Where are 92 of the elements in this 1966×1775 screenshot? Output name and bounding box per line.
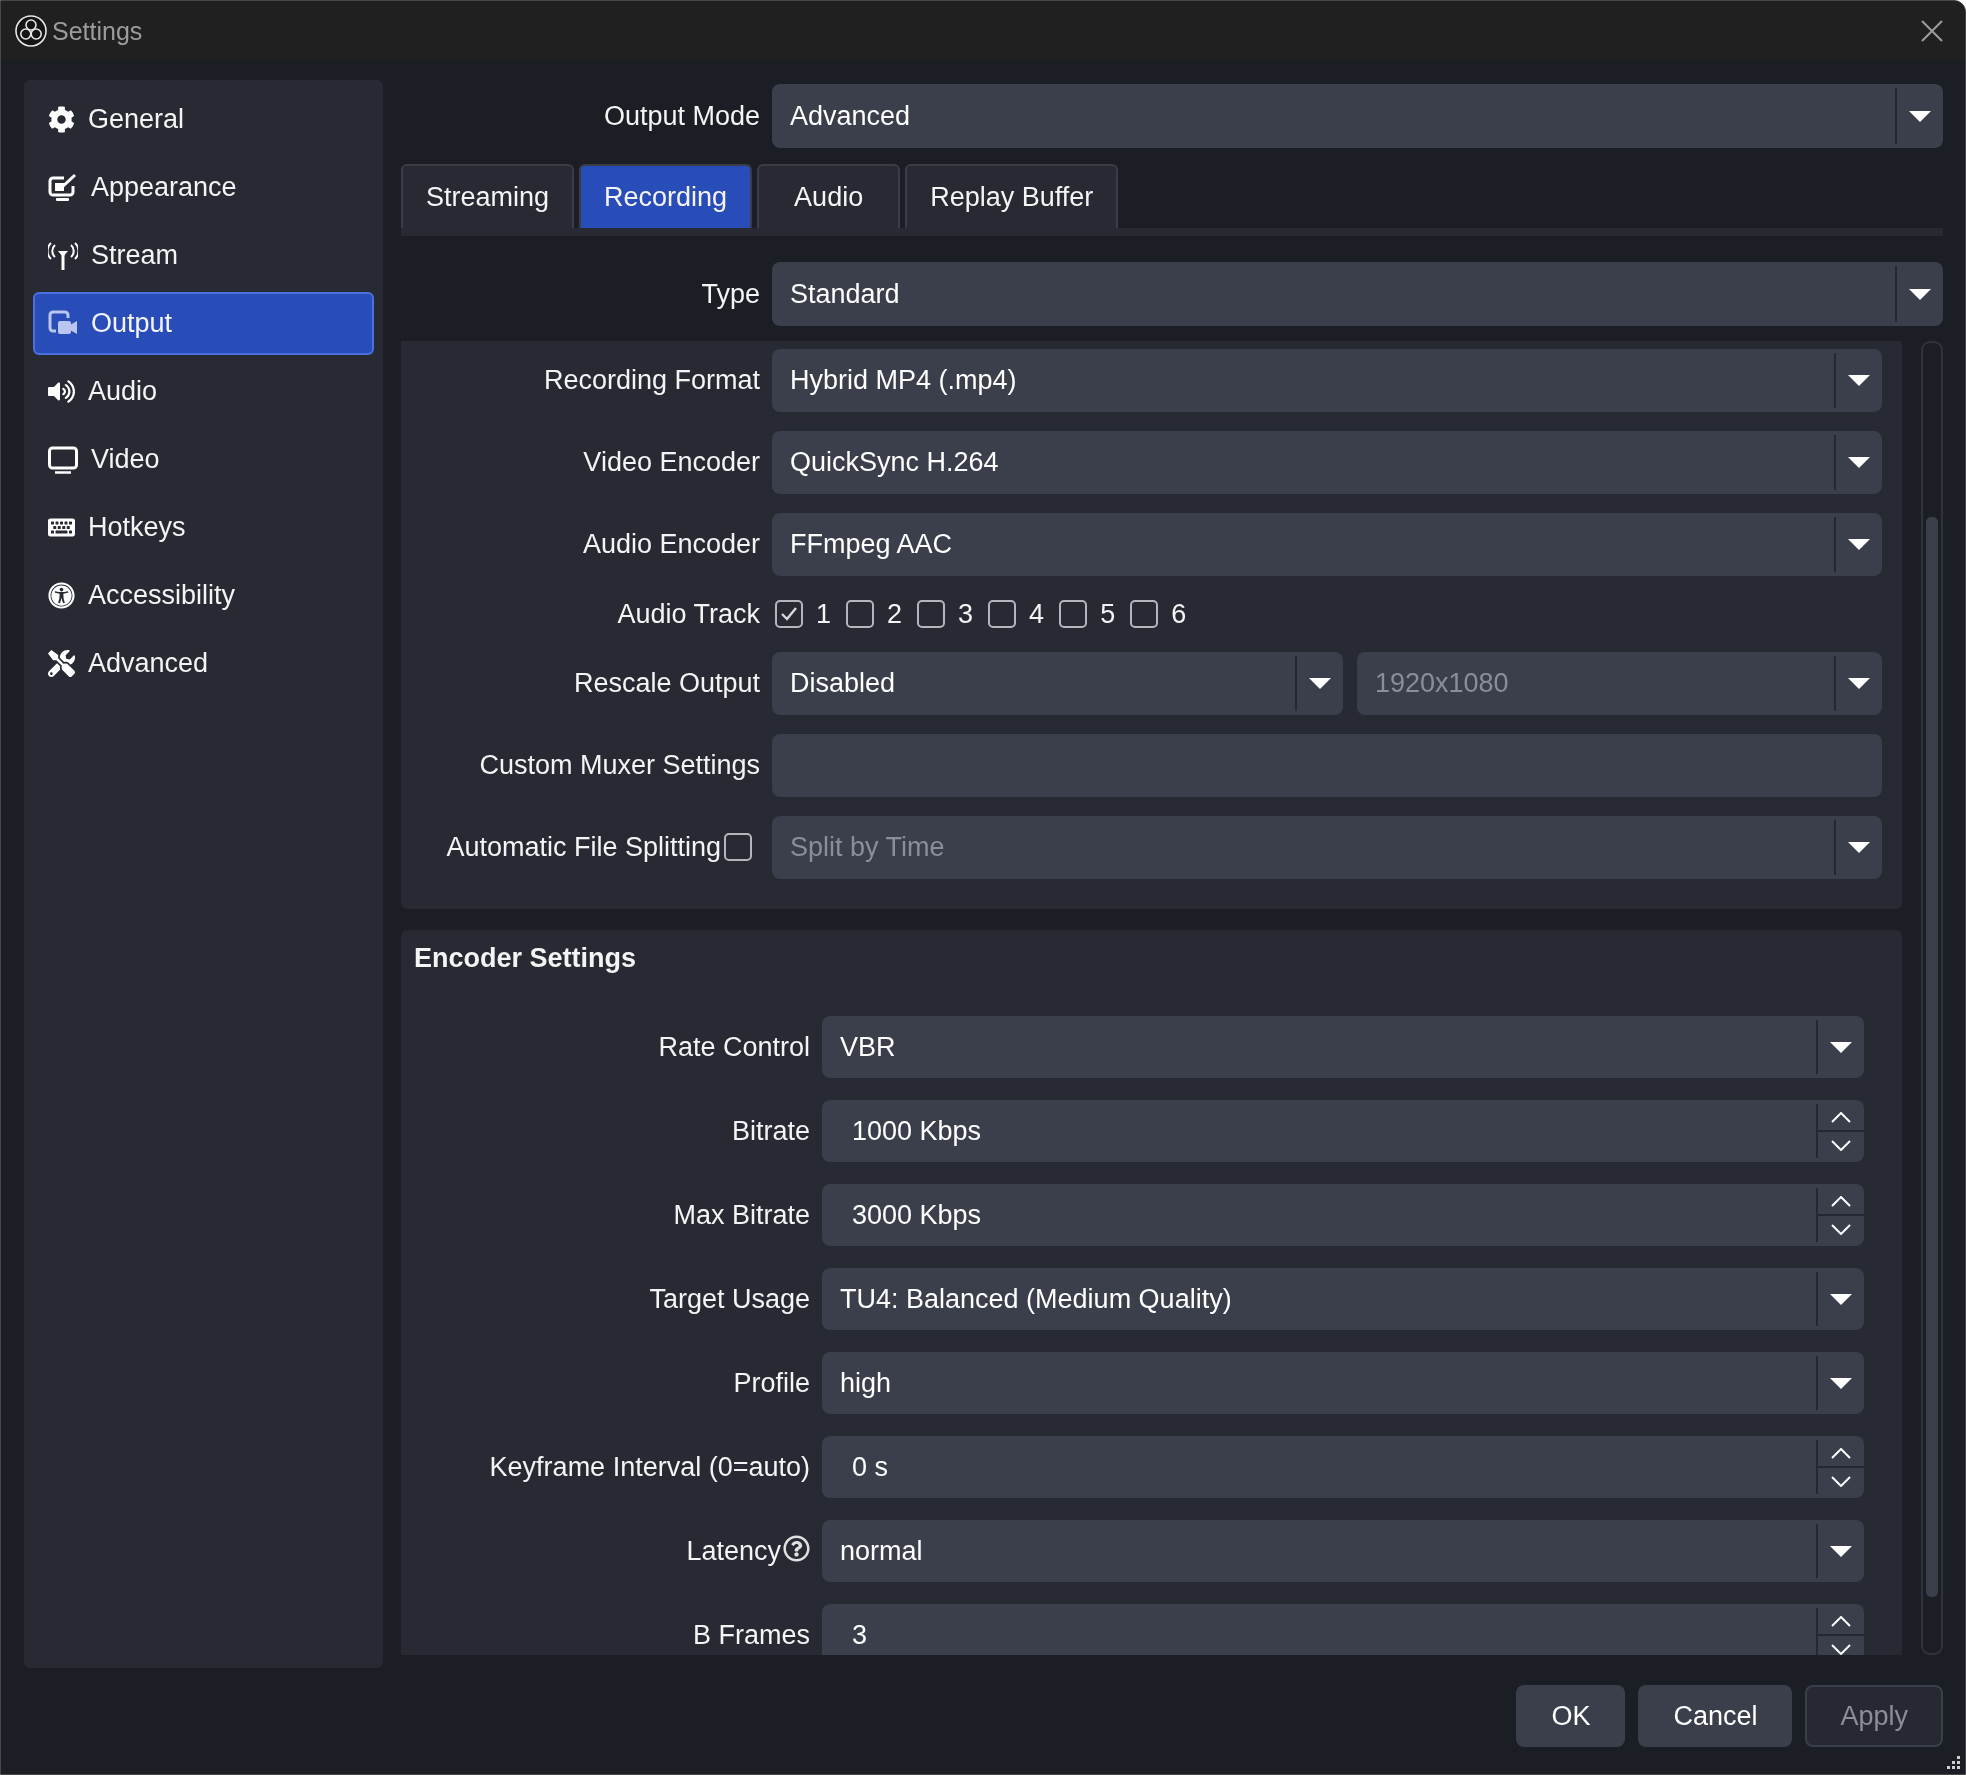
dropdown[interactable]: Standard bbox=[772, 262, 1943, 326]
field-label: Max Bitrate bbox=[673, 1199, 810, 1232]
caret-down-icon[interactable] bbox=[1848, 457, 1870, 468]
chevron-up-icon[interactable] bbox=[1831, 1615, 1851, 1627]
dropdown[interactable]: FFmpeg AAC bbox=[772, 513, 1882, 576]
checkbox-label: 2 bbox=[887, 597, 903, 631]
gear-icon bbox=[48, 106, 75, 133]
caret-down-icon[interactable] bbox=[1830, 1293, 1852, 1305]
checkbox[interactable] bbox=[1059, 600, 1088, 628]
sidebar-item[interactable]: Hotkeys bbox=[33, 496, 374, 559]
caret-down-icon[interactable] bbox=[1909, 288, 1931, 300]
dialog-button[interactable]: OK bbox=[1516, 1685, 1626, 1747]
tab[interactable]: Audio bbox=[757, 164, 901, 228]
sidebar-item[interactable]: Video bbox=[33, 428, 374, 491]
field-label: Output Mode bbox=[603, 99, 760, 133]
field-label: B Frames bbox=[692, 1619, 810, 1652]
field-label: Audio Encoder bbox=[582, 528, 760, 561]
chevron-down-icon[interactable] bbox=[1831, 1643, 1851, 1655]
field-label: Profile bbox=[733, 1367, 810, 1400]
section-title: Encoder Settings bbox=[414, 943, 637, 973]
checkbox-label: 6 bbox=[1171, 597, 1187, 631]
dropdown[interactable]: VBR bbox=[822, 1016, 1864, 1079]
field-label: Type bbox=[701, 277, 760, 311]
number-field[interactable]: 1000 Kbps bbox=[822, 1100, 1864, 1163]
tab[interactable]: Streaming bbox=[401, 164, 575, 228]
number-field[interactable]: 3000 Kbps bbox=[822, 1184, 1864, 1247]
caret-down-icon[interactable] bbox=[1830, 1041, 1852, 1053]
caret-down-icon[interactable] bbox=[1309, 678, 1331, 689]
tab[interactable]: Recording bbox=[579, 164, 753, 228]
checkbox[interactable] bbox=[1130, 600, 1159, 628]
chevron-up-icon[interactable] bbox=[1831, 1447, 1851, 1459]
checkbox[interactable] bbox=[846, 600, 875, 628]
dropdown[interactable]: normal bbox=[822, 1520, 1864, 1583]
dropdown[interactable]: high bbox=[822, 1352, 1864, 1415]
checkbox-label: 3 bbox=[958, 597, 974, 631]
caret-down-icon[interactable] bbox=[1848, 539, 1870, 550]
antenna-icon bbox=[48, 240, 78, 271]
chevron-down-icon[interactable] bbox=[1831, 1475, 1851, 1487]
sidebar-item[interactable]: Stream bbox=[33, 224, 374, 287]
scrollbar[interactable] bbox=[1921, 341, 1943, 1655]
dropdown[interactable]: QuickSync H.264 bbox=[772, 431, 1882, 494]
chevron-down-icon[interactable] bbox=[1831, 1223, 1851, 1235]
sidebar-item[interactable]: Advanced bbox=[33, 632, 374, 695]
tab[interactable]: Replay Buffer bbox=[905, 164, 1119, 228]
field-label: Keyframe Interval (0=auto) bbox=[489, 1451, 810, 1484]
speaker-icon bbox=[48, 378, 75, 405]
help-icon[interactable] bbox=[783, 1534, 810, 1562]
sidebar-item[interactable]: Accessibility bbox=[33, 564, 374, 627]
field-label: Video Encoder bbox=[583, 446, 760, 479]
sidebar-item[interactable]: Output bbox=[33, 292, 374, 355]
tools-icon bbox=[48, 650, 75, 677]
caret-down-icon[interactable] bbox=[1830, 1377, 1852, 1389]
dropdown[interactable]: Disabled bbox=[772, 652, 1343, 715]
chevron-down-icon[interactable] bbox=[1831, 1139, 1851, 1151]
checkbox[interactable] bbox=[917, 600, 946, 628]
checkbox-label: 5 bbox=[1100, 597, 1116, 631]
dialog-button[interactable]: Cancel bbox=[1638, 1685, 1793, 1747]
scrollbar-thumb[interactable] bbox=[1926, 517, 1938, 1597]
checkbox-label: 1 bbox=[816, 597, 832, 631]
text-field[interactable] bbox=[772, 734, 1882, 797]
monitor-icon bbox=[48, 444, 78, 475]
monitor-brush-icon bbox=[48, 172, 78, 203]
field-label: Latency bbox=[686, 1535, 781, 1568]
caret-down-icon[interactable] bbox=[1848, 375, 1870, 386]
close-icon[interactable] bbox=[1921, 19, 1943, 42]
field-label: Recording Format bbox=[543, 364, 760, 397]
field-label: Rate Control bbox=[658, 1031, 810, 1064]
field-label: Audio Track bbox=[617, 597, 760, 631]
sidebar-item[interactable]: Appearance bbox=[33, 156, 374, 219]
field-label: Target Usage bbox=[649, 1283, 810, 1316]
field-label: Bitrate bbox=[731, 1115, 810, 1148]
app-logo-icon bbox=[15, 14, 47, 47]
checkbox[interactable] bbox=[988, 600, 1017, 628]
field-label: Custom Muxer Settings bbox=[479, 749, 760, 782]
dropdown[interactable]: Advanced bbox=[772, 84, 1943, 148]
number-field[interactable]: 0 s bbox=[822, 1436, 1864, 1499]
sidebar-item[interactable]: Audio bbox=[33, 360, 374, 423]
accessibility-icon bbox=[48, 582, 75, 609]
chevron-up-icon[interactable] bbox=[1831, 1195, 1851, 1207]
caret-down-icon[interactable] bbox=[1909, 110, 1931, 122]
dropdown[interactable]: Hybrid MP4 (.mp4) bbox=[772, 349, 1882, 412]
dropdown[interactable]: TU4: Balanced (Medium Quality) bbox=[822, 1268, 1864, 1331]
caret-down-icon[interactable] bbox=[1830, 1545, 1852, 1557]
field-label: Rescale Output bbox=[573, 667, 760, 700]
number-field[interactable]: 3 bbox=[822, 1604, 1864, 1655]
sidebar-item[interactable]: General bbox=[33, 88, 374, 151]
checkbox-label: 4 bbox=[1029, 597, 1045, 631]
window-title: Settings bbox=[52, 15, 143, 46]
field-label: Automatic File Splitting bbox=[446, 831, 721, 864]
checkbox[interactable] bbox=[775, 600, 803, 628]
resize-grip-icon[interactable] bbox=[1947, 1756, 1961, 1770]
chevron-up-icon[interactable] bbox=[1831, 1111, 1851, 1123]
